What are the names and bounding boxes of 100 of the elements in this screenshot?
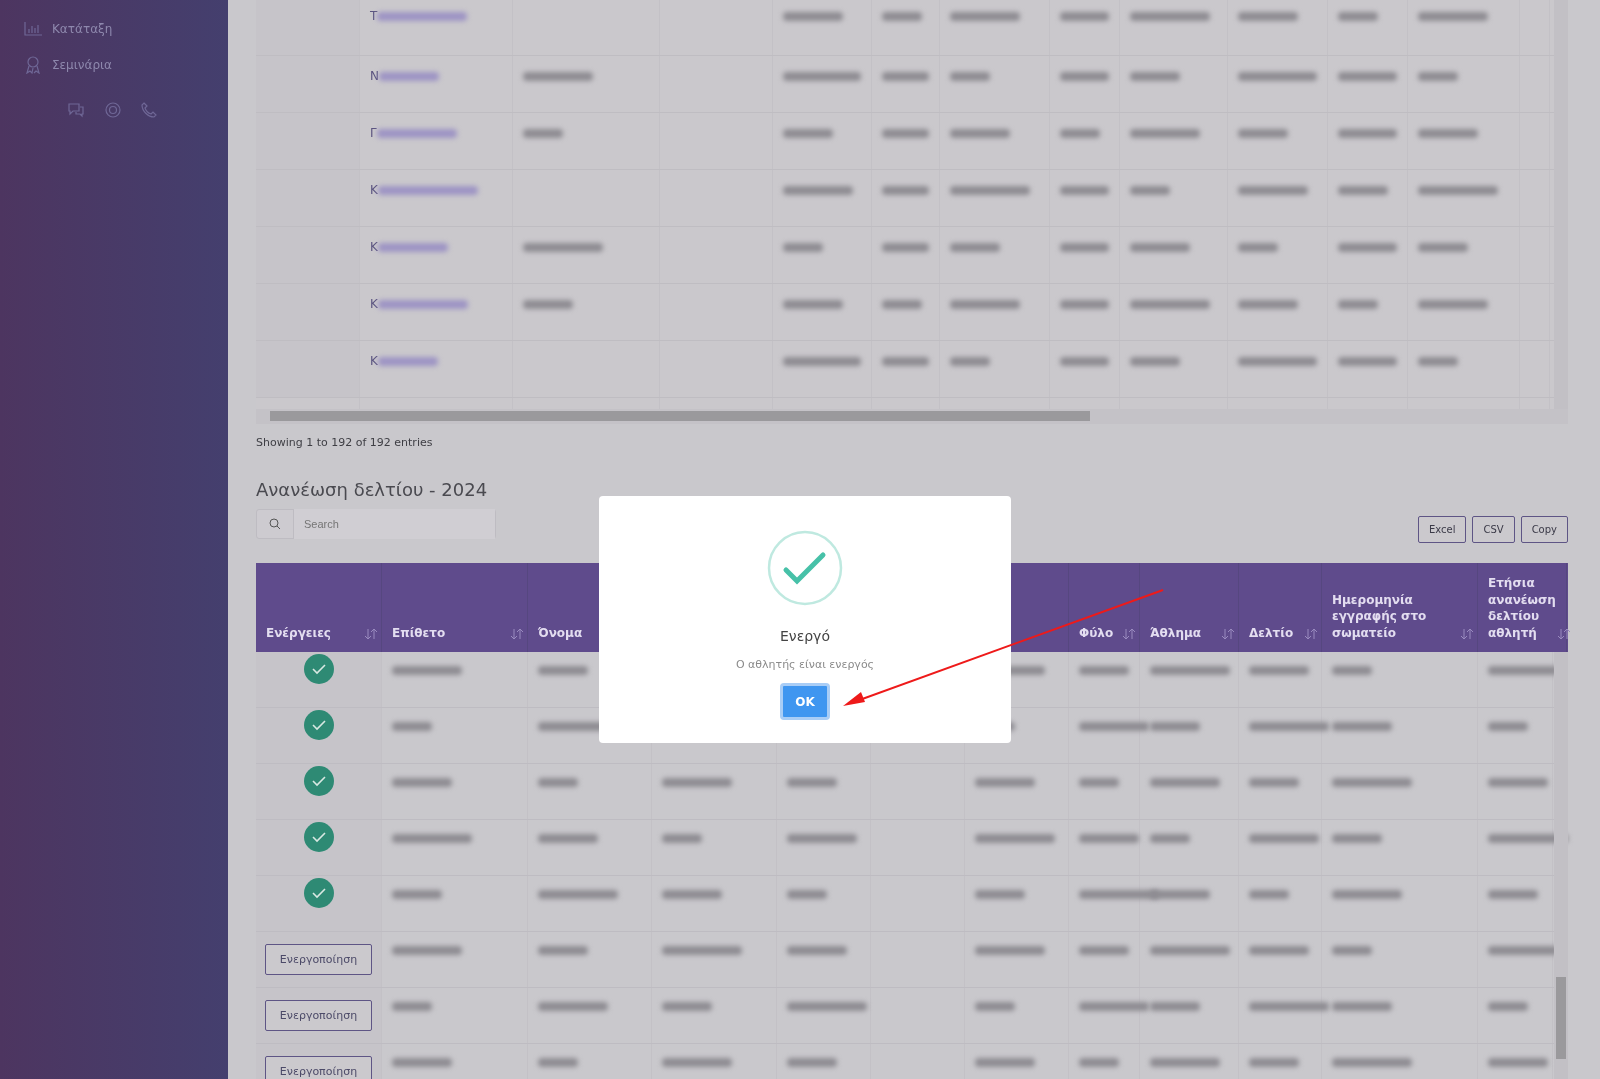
- blurred-text: [392, 946, 462, 955]
- blurred-text: [1079, 722, 1149, 731]
- blurred-text: [787, 1058, 837, 1067]
- export-button[interactable]: Excel: [1417, 516, 1467, 543]
- blurred-text: [1332, 666, 1372, 675]
- surname-text: Κ: [370, 298, 378, 310]
- sidebar-item[interactable]: Κατάταξη: [24, 22, 228, 36]
- blurred-text: [1249, 890, 1289, 899]
- blurred-text: [1079, 778, 1119, 787]
- blurred-text: [392, 1058, 452, 1067]
- sort-icon: [511, 629, 523, 640]
- blurred-text: [523, 72, 593, 81]
- blurred-text: [1418, 300, 1488, 309]
- blurred-text: [1079, 1002, 1149, 1011]
- blurred-text: [1249, 666, 1309, 675]
- blurred-text: [783, 129, 833, 138]
- blurred-text: [950, 243, 1000, 252]
- blurred-text: [1418, 357, 1458, 366]
- blurred-text: [975, 946, 1045, 955]
- blurred-text: [1249, 946, 1309, 955]
- blurred-text: [392, 890, 442, 899]
- blurred-text: [1238, 186, 1308, 195]
- surname-text: Τ: [370, 10, 378, 22]
- blurred-text: [1338, 72, 1397, 81]
- chat-icon[interactable]: [67, 102, 85, 118]
- blurred-text: [538, 1058, 578, 1067]
- phone-icon[interactable]: [141, 102, 157, 118]
- blurred-text: [1060, 300, 1109, 309]
- blurred-text: [1238, 243, 1278, 252]
- blurred-text: [1488, 890, 1538, 899]
- blurred-text: [975, 1058, 1035, 1067]
- sidebar-item[interactable]: Σεμινάρια: [24, 56, 228, 74]
- activate-button[interactable]: Ενεργοποίηση: [264, 1056, 373, 1079]
- export-button[interactable]: Copy: [1520, 516, 1568, 543]
- blurred-text: [1418, 243, 1468, 252]
- blurred-text: [392, 1002, 432, 1011]
- blurred-text: [1060, 12, 1109, 21]
- scrollbar[interactable]: [256, 409, 1568, 424]
- search-field[interactable]: Search: [256, 509, 496, 539]
- blurred-text: [1338, 186, 1388, 195]
- blurred-text: [523, 129, 563, 138]
- blurred-text: [379, 72, 439, 81]
- blurred-text: [1338, 357, 1397, 366]
- blurred-text: [1060, 243, 1109, 252]
- blurred-text: [1332, 946, 1372, 955]
- blurred-text: [950, 300, 1020, 309]
- blurred-text: [1418, 72, 1458, 81]
- surname-text: Κ: [370, 241, 378, 253]
- sort-icon: [1461, 629, 1473, 640]
- checkmark-icon: [767, 530, 843, 606]
- blurred-text: [1150, 778, 1220, 787]
- sort-icon: [1305, 629, 1317, 640]
- blurred-text: [1079, 666, 1129, 675]
- blurred-text: [950, 72, 990, 81]
- blurred-text: [662, 834, 702, 843]
- blurred-text: [1249, 778, 1299, 787]
- blurred-text: [882, 129, 929, 138]
- blurred-text: [1338, 300, 1378, 309]
- blurred-text: [1488, 778, 1548, 787]
- blurred-text: [1332, 1002, 1392, 1011]
- surname-text: Κ: [370, 355, 378, 367]
- activate-button[interactable]: Ενεργοποίηση: [264, 1000, 373, 1031]
- blurred-text: [882, 243, 929, 252]
- section-title: Ανανέωση δελτίου - 2024: [256, 479, 489, 500]
- blurred-text: [392, 778, 452, 787]
- surname-text: Ν: [370, 70, 379, 82]
- blurred-text: [1060, 72, 1109, 81]
- blurred-text: [1150, 722, 1200, 731]
- sort-icon: [1123, 629, 1135, 640]
- blurred-text: [377, 243, 448, 252]
- scrollbar[interactable]: [1554, 652, 1568, 1079]
- entries-info: Showing 1 to 192 of 192 entries: [256, 436, 434, 449]
- blurred-text: [783, 12, 843, 21]
- blurred-text: [950, 129, 1010, 138]
- blurred-text: [538, 946, 588, 955]
- blurred-text: [392, 666, 462, 675]
- blurred-text: [538, 666, 588, 675]
- sort-icon: [365, 629, 377, 640]
- dialog-title: Ενεργό: [780, 628, 830, 644]
- export-button[interactable]: CSV: [1472, 516, 1515, 543]
- blurred-text: [1130, 72, 1180, 81]
- blurred-text: [783, 186, 853, 195]
- blurred-text: [1488, 722, 1528, 731]
- blurred-text: [882, 357, 929, 366]
- blurred-text: [1060, 129, 1100, 138]
- blurred-text: [787, 834, 857, 843]
- blurred-text: [1150, 1058, 1220, 1067]
- blurred-text: [377, 357, 438, 366]
- ok-button[interactable]: OK: [780, 683, 830, 720]
- blurred-text: [1338, 12, 1378, 21]
- sort-icon: [1222, 629, 1234, 640]
- blurred-text: [1238, 12, 1298, 21]
- blurred-text: [787, 778, 837, 787]
- blurred-text: [662, 1058, 732, 1067]
- lifebuoy-icon[interactable]: [105, 102, 121, 118]
- blurred-text: [882, 300, 922, 309]
- blurred-text: [1249, 834, 1319, 843]
- activate-button[interactable]: Ενεργοποίηση: [264, 944, 373, 975]
- blurred-text: [783, 243, 823, 252]
- blurred-text: [975, 890, 1025, 899]
